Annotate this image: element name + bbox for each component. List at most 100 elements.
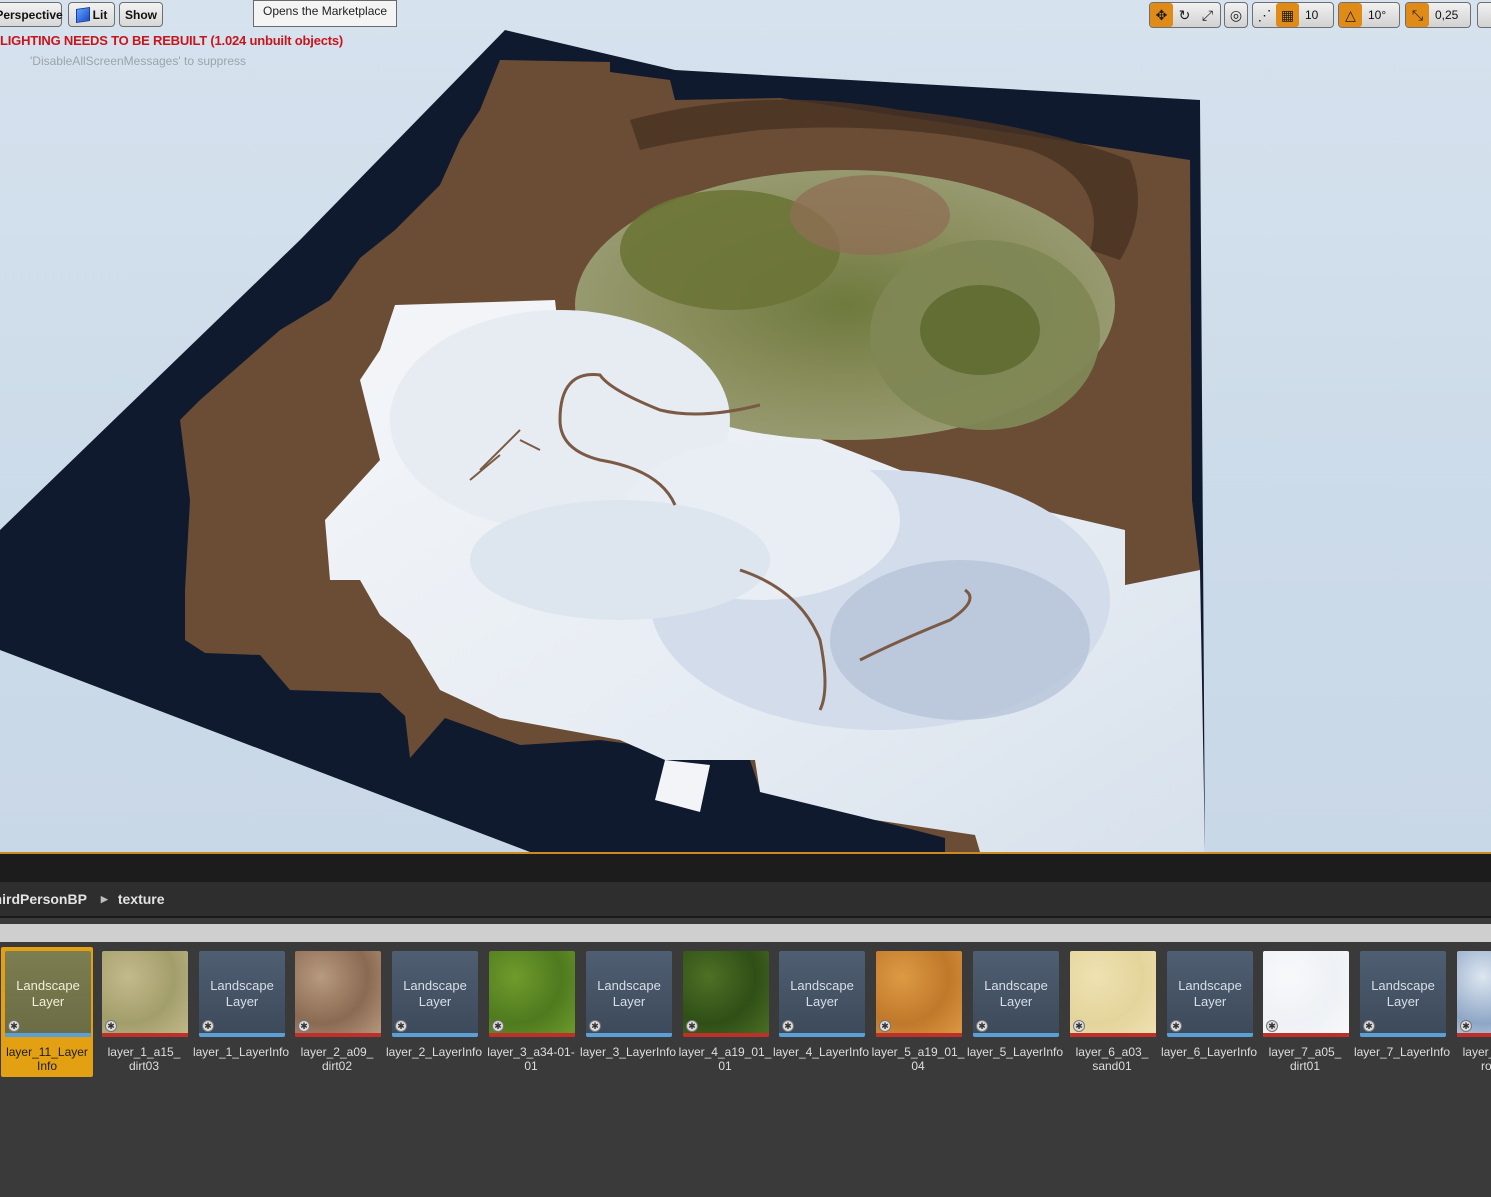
layerinfo-thumbnail: Landscape Layer ✱ (779, 951, 865, 1037)
asset-tile[interactable]: ✱ layer_3_a34-01- 01 (485, 947, 577, 1077)
asset-type-strip (779, 1033, 865, 1037)
asset-tile[interactable]: Landscape Layer ✱ layer_11_Layer Info (1, 947, 93, 1077)
lit-label: Lit (92, 7, 108, 22)
world-globe-icon[interactable]: ◎ (1225, 3, 1247, 27)
breadcrumb: ThirdPersonBP ▶ texture (0, 882, 1491, 918)
breadcrumb-current[interactable]: texture (118, 891, 165, 907)
texture-thumbnail: ✱ (102, 951, 188, 1037)
breadcrumb-parent[interactable]: ThirdPersonBP (0, 891, 87, 907)
asset-tile[interactable]: Landscape Layer ✱ layer_3_LayerInfo (579, 947, 677, 1077)
asset-type-strip (102, 1033, 188, 1037)
asset-badge-icon: ✱ (686, 1020, 698, 1032)
level-viewport[interactable]: Perspective Lit Show Opens the Marketpla… (0, 0, 1491, 852)
texture-thumbnail: ✱ (1070, 951, 1156, 1037)
asset-label: layer_11_Layer Info (6, 1045, 88, 1073)
lighting-warning: LIGHTING NEEDS TO BE REBUILT (1.024 unbu… (0, 33, 344, 48)
marketplace-tooltip: Opens the Marketplace (253, 0, 397, 27)
asset-label: layer_4_LayerInfo (772, 1045, 870, 1059)
breadcrumb-arrow-icon[interactable]: ▶ (101, 894, 108, 905)
texture-thumbnail: ✱ (1263, 951, 1349, 1037)
asset-label: layer_4_a19_01_ 01 (678, 1045, 772, 1073)
asset-type-strip (1360, 1033, 1446, 1037)
thumbnail-text: Landscape Layer (790, 978, 854, 1009)
perspective-label: Perspective (0, 7, 63, 22)
texture-thumbnail: ✱ (489, 951, 575, 1037)
asset-badge-icon: ✱ (105, 1020, 117, 1032)
asset-label: layer_3_a34-01- 01 (487, 1045, 575, 1073)
asset-label: layer_5_LayerInfo (966, 1045, 1064, 1059)
asset-label: layer_6_a03_ sand01 (1075, 1045, 1149, 1073)
transform-mode-group: ✥ ↻ ⤢ (1149, 2, 1221, 28)
asset-type-strip (489, 1033, 575, 1037)
coordinate-space-group: ◎ (1224, 2, 1248, 28)
asset-label: layer_6_LayerInfo (1160, 1045, 1258, 1059)
editor-window: Perspective Lit Show Opens the Marketpla… (0, 0, 1491, 1197)
layerinfo-thumbnail: Landscape Layer ✱ (199, 951, 285, 1037)
asset-type-strip (973, 1033, 1059, 1037)
layerinfo-thumbnail: Landscape Layer ✱ (973, 951, 1059, 1037)
asset-tile[interactable]: Landscape Layer ✱ layer_5_LayerInfo (966, 947, 1064, 1077)
asset-type-strip (392, 1033, 478, 1037)
show-label: Show (125, 7, 157, 22)
asset-label: layer_1_LayerInfo (192, 1045, 290, 1059)
grid-snap-value[interactable]: 10 (1299, 3, 1324, 27)
perspective-button[interactable]: Perspective (0, 2, 63, 27)
camera-speed-group[interactable] (1477, 2, 1491, 28)
scale-snap-icon[interactable]: ⤡ (1406, 3, 1429, 27)
grid-snap-group: ⋰ ▦ 10 (1252, 2, 1334, 28)
rotation-snap-group: △ 10° (1338, 2, 1400, 28)
asset-tile[interactable]: ✱ layer_1_a15_ dirt03 (98, 947, 190, 1077)
asset-tile[interactable]: ✱ layer_2_a09_ dirt02 (291, 947, 383, 1077)
asset-grid: Landscape Layer ✱ layer_11_Layer Info ✱ laye… (0, 942, 1491, 1197)
lit-button[interactable]: Lit (68, 2, 115, 27)
asset-type-strip (586, 1033, 672, 1037)
rotation-snap-value[interactable]: 10° (1362, 3, 1392, 27)
asset-label: layer_2_LayerInfo (385, 1045, 483, 1059)
layerinfo-thumbnail: Landscape Layer ✱ (5, 951, 91, 1037)
lit-cube-icon (75, 6, 90, 23)
asset-tile[interactable]: ✱ layer_8_a07_ rock01 (1453, 947, 1491, 1077)
asset-tile[interactable]: Landscape Layer ✱ layer_2_LayerInfo (385, 947, 483, 1077)
asset-badge-icon: ✱ (298, 1020, 310, 1032)
grid-snap-icon[interactable]: ▦ (1276, 3, 1299, 27)
scale-icon[interactable]: ⤢ (1196, 3, 1219, 27)
asset-tile[interactable]: ✱ layer_6_a03_ sand01 (1066, 947, 1158, 1077)
texture-thumbnail: ✱ (683, 951, 769, 1037)
thumbnail-text: Landscape Layer (1178, 978, 1242, 1009)
asset-type-strip (1070, 1033, 1156, 1037)
rotation-snap-icon[interactable]: △ (1339, 3, 1362, 27)
asset-label: layer_5_a19_01_ 04 (871, 1045, 965, 1073)
thumbnail-text: Landscape Layer (1371, 978, 1435, 1009)
translate-icon[interactable]: ✥ (1150, 3, 1173, 27)
layerinfo-thumbnail: Landscape Layer ✱ (392, 951, 478, 1037)
layerinfo-thumbnail: Landscape Layer ✱ (1360, 951, 1446, 1037)
asset-type-strip (683, 1033, 769, 1037)
asset-tile[interactable]: ✱ layer_4_a19_01_ 01 (679, 947, 771, 1077)
layerinfo-thumbnail: Landscape Layer ✱ (586, 951, 672, 1037)
asset-tile[interactable]: ✱ layer_7_a05_ dirt01 (1259, 947, 1351, 1077)
asset-tile[interactable]: Landscape Layer ✱ layer_7_LayerInfo (1354, 947, 1450, 1077)
texture-thumbnail: ✱ (876, 951, 962, 1037)
asset-badge-icon: ✱ (395, 1020, 407, 1032)
asset-badge-icon: ✱ (1073, 1020, 1085, 1032)
layerinfo-thumbnail: Landscape Layer ✱ (1167, 951, 1253, 1037)
asset-tile[interactable]: Landscape Layer ✱ layer_4_LayerInfo (772, 947, 870, 1077)
thumbnail-text: Landscape Layer (597, 978, 661, 1009)
asset-badge-icon: ✱ (1363, 1020, 1375, 1032)
asset-badge-icon: ✱ (589, 1020, 601, 1032)
asset-badge-icon: ✱ (879, 1020, 891, 1032)
show-button[interactable]: Show (119, 2, 163, 27)
asset-label: layer_3_LayerInfo (579, 1045, 677, 1059)
asset-tile[interactable]: ✱ layer_5_a19_01_ 04 (872, 947, 964, 1077)
asset-badge-icon: ✱ (976, 1020, 988, 1032)
rotate-icon[interactable]: ↻ (1173, 3, 1196, 27)
scale-snap-value[interactable]: 0,25 (1429, 3, 1464, 27)
surface-snap-icon[interactable]: ⋰ (1253, 3, 1276, 27)
asset-badge-icon: ✱ (1170, 1020, 1182, 1032)
asset-tile[interactable]: Landscape Layer ✱ layer_6_LayerInfo (1160, 947, 1258, 1077)
thumbnail-text: Landscape Layer (16, 978, 80, 1009)
asset-tile[interactable]: Landscape Layer ✱ layer_1_LayerInfo (192, 947, 290, 1077)
asset-type-strip (1457, 1033, 1491, 1037)
thumbnail-text: Landscape Layer (210, 978, 274, 1009)
texture-thumbnail: ✱ (1457, 951, 1491, 1037)
